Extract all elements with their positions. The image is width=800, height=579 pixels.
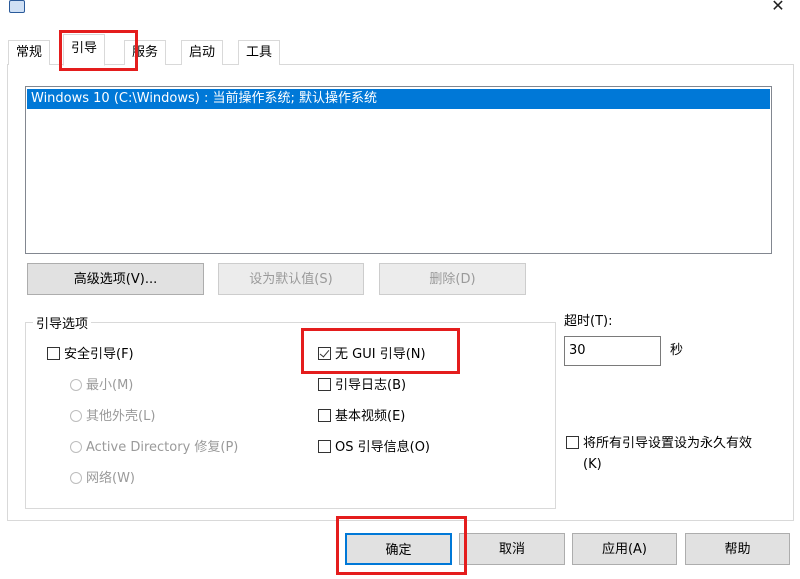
minimal-label: 最小(M) — [86, 378, 134, 393]
safe-boot-checkbox[interactable]: 安全引导(F) — [47, 345, 134, 365]
timeout-label: 超时(T): — [564, 314, 613, 329]
radio-circle[interactable] — [70, 472, 82, 484]
timeout-unit: 秒 — [670, 343, 684, 358]
ad-repair-label: Active Directory 修复(P) — [86, 440, 239, 455]
apply-button[interactable]: 应用(A) — [572, 533, 677, 565]
cancel-button[interactable]: 取消 — [459, 533, 565, 565]
safe-boot-label: 安全引导(F) — [64, 347, 134, 362]
checkbox-box[interactable] — [318, 409, 331, 422]
checkbox-box[interactable] — [47, 347, 60, 360]
radio-circle[interactable] — [70, 379, 82, 391]
advanced-options-button[interactable]: 高级选项(V)... — [27, 263, 204, 295]
radio-circle[interactable] — [70, 410, 82, 422]
make-permanent-key: (K) — [583, 457, 602, 472]
delete-button[interactable]: 删除(D) — [379, 263, 526, 295]
checkbox-box[interactable] — [318, 378, 331, 391]
make-permanent-label: 将所有引导设置设为永久有效 — [583, 436, 753, 451]
set-default-button[interactable]: 设为默认值(S) — [218, 263, 364, 295]
tab-services[interactable]: 服务 — [124, 40, 167, 65]
ok-button[interactable]: 确定 — [345, 533, 452, 565]
minimal-radio[interactable]: 最小(M) — [70, 376, 133, 396]
checkbox-box[interactable] — [566, 436, 579, 449]
base-video-label: 基本视频(E) — [335, 409, 406, 424]
network-label: 网络(W) — [86, 471, 135, 486]
checkbox-box[interactable] — [318, 440, 331, 453]
os-boot-info-checkbox[interactable]: OS 引导信息(O) — [318, 438, 430, 458]
ad-repair-radio[interactable]: Active Directory 修复(P) — [70, 438, 238, 458]
os-list-item[interactable]: Windows 10 (C:\Windows) : 当前操作系统; 默认操作系统 — [27, 89, 770, 109]
os-boot-info-label: OS 引导信息(O) — [335, 440, 430, 455]
app-icon — [9, 0, 25, 13]
alternate-shell-label: 其他外壳(L) — [86, 409, 156, 424]
no-gui-boot-checkbox[interactable]: 无 GUI 引导(N) — [318, 345, 426, 365]
boot-log-label: 引导日志(B) — [335, 378, 407, 393]
checkbox-box[interactable] — [318, 347, 331, 360]
no-gui-boot-label: 无 GUI 引导(N) — [335, 347, 426, 362]
network-radio[interactable]: 网络(W) — [70, 469, 135, 489]
make-permanent-checkbox[interactable]: 将所有引导设置设为永久有效 — [566, 434, 752, 454]
tab-general[interactable]: 常规 — [8, 40, 51, 65]
radio-circle[interactable] — [70, 441, 82, 453]
timeout-input[interactable]: 30 — [564, 336, 661, 366]
boot-options-label: 引导选项 — [33, 313, 92, 332]
boot-log-checkbox[interactable]: 引导日志(B) — [318, 376, 406, 396]
help-button[interactable]: 帮助 — [685, 533, 790, 565]
base-video-checkbox[interactable]: 基本视频(E) — [318, 407, 405, 427]
alternate-shell-radio[interactable]: 其他外壳(L) — [70, 407, 155, 427]
tab-boot[interactable]: 引导 — [63, 34, 106, 66]
tab-tools[interactable]: 工具 — [238, 40, 281, 65]
tab-startup[interactable]: 启动 — [181, 40, 224, 65]
os-list[interactable]: Windows 10 (C:\Windows) : 当前操作系统; 默认操作系统 — [25, 86, 772, 254]
close-button[interactable]: ✕ — [768, 0, 788, 14]
